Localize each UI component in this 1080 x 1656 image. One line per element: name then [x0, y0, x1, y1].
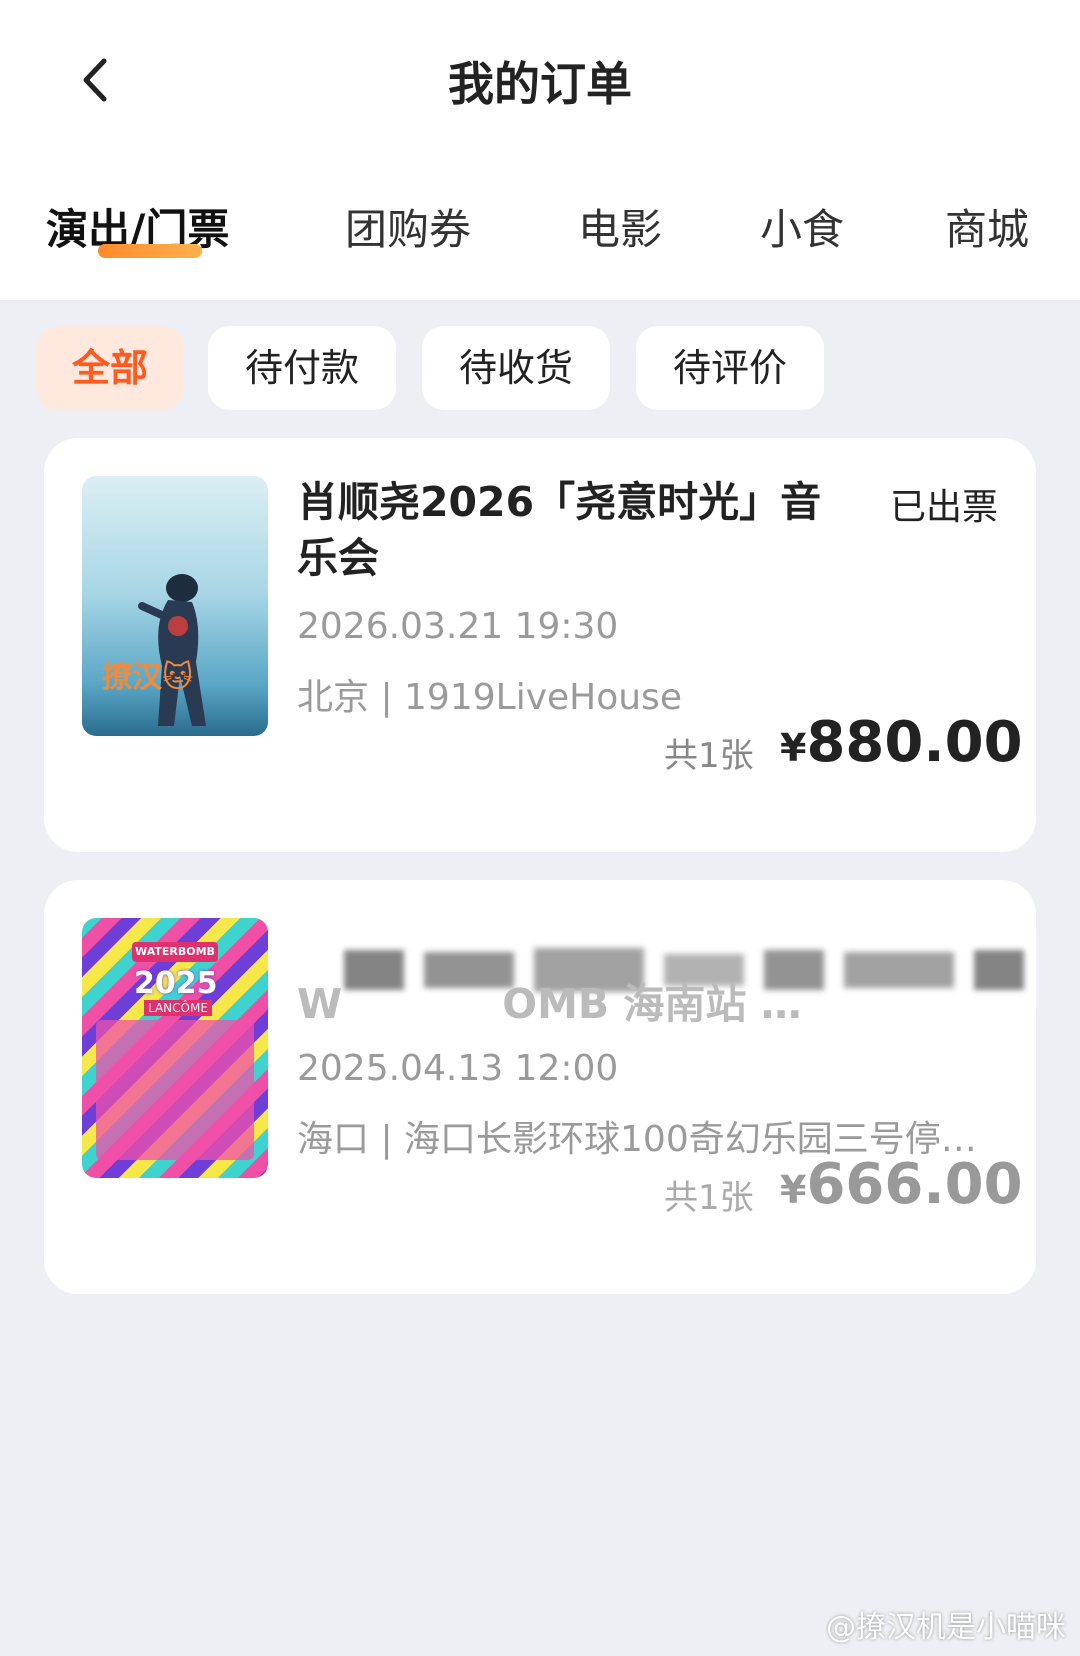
performer-figure-image	[138, 574, 206, 726]
order-title: 肖顺尧2026「尧意时光」音乐会	[297, 478, 822, 582]
filter-all[interactable]: 全部	[36, 326, 184, 410]
order-title-tail: OMB 海南站 …	[502, 980, 802, 1028]
tab-snacks[interactable]: 小食	[760, 196, 844, 257]
page-title: 我的订单	[448, 57, 632, 111]
order-status: 已出票	[889, 487, 998, 528]
tab-movies[interactable]: 电影	[578, 196, 662, 257]
order-card[interactable]: WATERBOMB 2025 LANCÔME W OMB 海南站 … 2025.0…	[44, 880, 1036, 1294]
currency-symbol: ¥	[780, 1168, 807, 1212]
filter-pending-receipt[interactable]: 待收货	[422, 326, 610, 410]
order-card[interactable]: 撩汉🐱 肖顺尧2026「尧意时光」音乐会 已出票 2026.03.21 19:3…	[44, 438, 1036, 852]
order-datetime: 2025.04.13 12:00	[297, 1048, 619, 1089]
top-bar: 我的订单 演出/门票 团购券 电影 小食 商城	[0, 0, 1080, 300]
weibo-watermark: @撩汉机是小喵咪	[826, 1610, 1066, 1645]
filter-pending-payment[interactable]: 待付款	[208, 326, 396, 410]
currency-symbol: ¥	[780, 726, 807, 770]
filter-pending-review[interactable]: 待评价	[636, 326, 824, 410]
order-price: ¥666.00	[780, 1152, 1023, 1217]
poster-lineup-block	[96, 1020, 254, 1160]
poster-year: 2025	[134, 966, 218, 1001]
price-value: 666.00	[806, 1152, 1023, 1217]
status-filter-bar: 全部 待付款 待收货 待评价	[36, 326, 1056, 410]
event-poster: WATERBOMB 2025 LANCÔME	[82, 918, 268, 1178]
active-tab-indicator	[98, 244, 202, 258]
ticket-count: 共1张	[664, 1178, 754, 1218]
price-value: 880.00	[806, 710, 1023, 775]
poster-sponsor: LANCÔME	[144, 1000, 212, 1016]
event-poster: 撩汉🐱	[82, 476, 268, 736]
tab-mall[interactable]: 商城	[945, 196, 1029, 257]
order-title-partial: W OMB 海南站 …	[297, 970, 802, 1030]
poster-brand: WATERBOMB	[132, 942, 218, 962]
ticket-count: 共1张	[664, 736, 754, 776]
poster-overlay-text: 撩汉🐱	[102, 660, 194, 695]
order-price: ¥880.00	[780, 710, 1023, 775]
order-datetime: 2026.03.21 19:30	[297, 606, 619, 647]
tab-group-coupons[interactable]: 团购券	[345, 196, 471, 257]
order-title-start: W	[297, 980, 343, 1028]
